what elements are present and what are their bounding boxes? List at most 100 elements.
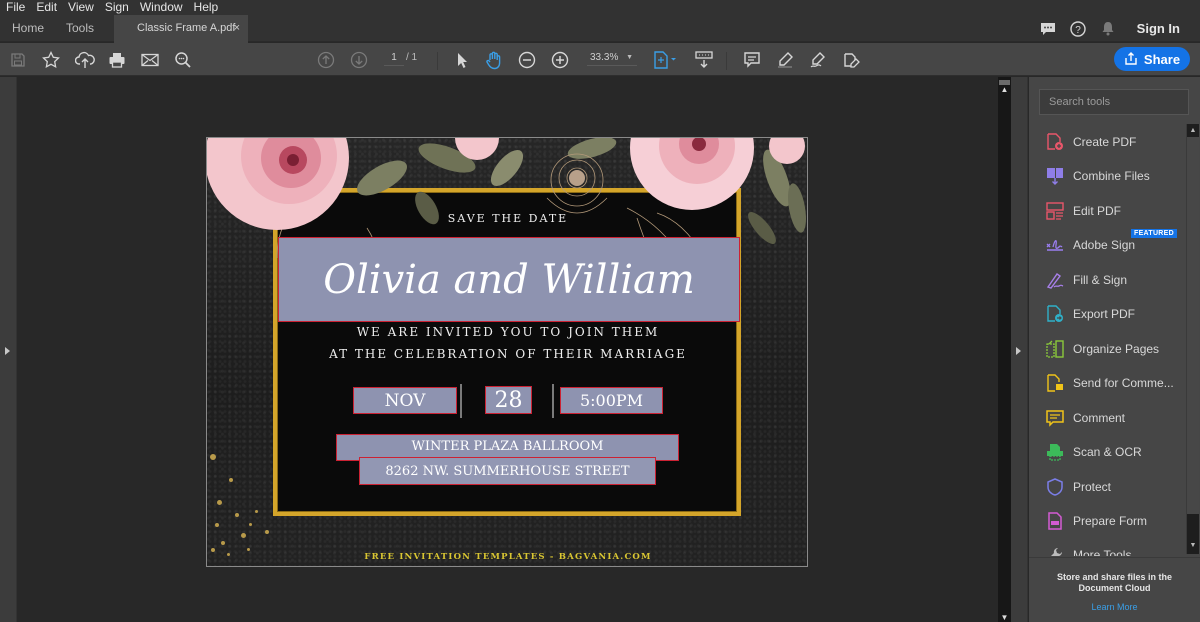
organize-pages-icon	[1045, 339, 1065, 359]
menu-window[interactable]: Window	[134, 0, 188, 15]
document-vertical-scrollbar[interactable]: ▲ ▼	[998, 77, 1011, 622]
zoom-out-icon[interactable]	[515, 48, 539, 72]
page-footer-credit: FREE INVITATION TEMPLATES - BAGVANIA.COM	[364, 552, 652, 562]
expand-left-panel-icon[interactable]	[5, 347, 10, 355]
fill-sign-icon	[1045, 270, 1065, 290]
tool-more-tools[interactable]: More Tools	[1045, 543, 1131, 556]
previous-page-icon[interactable]	[314, 48, 338, 72]
cloud-upload-icon[interactable]	[73, 48, 97, 72]
page-number-input[interactable]: 1	[384, 52, 404, 66]
send-for-comment-icon	[1045, 373, 1065, 393]
menu-sign[interactable]: Sign	[99, 0, 134, 15]
chevron-down-icon: ▼	[626, 54, 633, 61]
tool-label: Protect	[1073, 480, 1112, 494]
tool-label: Fill & Sign	[1073, 273, 1128, 287]
save-the-date-heading: SAVE THE DATE	[447, 212, 569, 225]
tab-tools[interactable]: Tools	[66, 15, 94, 42]
tab-document[interactable]: Classic Frame A.pdf ×	[114, 15, 248, 43]
next-page-icon[interactable]	[347, 48, 371, 72]
chat-icon[interactable]	[1033, 22, 1063, 36]
month-form-field[interactable]: NOV	[353, 387, 457, 414]
select-cursor-icon[interactable]	[450, 48, 474, 72]
tool-label: Organize Pages	[1073, 342, 1160, 356]
scroll-down-icon[interactable]: ▼	[998, 613, 1011, 622]
tool-label: Adobe Sign	[1073, 238, 1136, 252]
page-total: / 1	[406, 52, 418, 63]
tool-label: Edit PDF	[1073, 204, 1122, 218]
tool-adobe-sign[interactable]: Adobe Sign	[1045, 233, 1135, 257]
more-tools-icon	[1045, 545, 1065, 556]
tool-send-for-comments[interactable]: Send for Comme...	[1045, 371, 1174, 395]
tool-edit-pdf[interactable]: Edit PDF	[1045, 199, 1121, 223]
sign-in-link[interactable]: Sign In	[1123, 21, 1200, 36]
document-cloud-promo: Store and share files in the Document Cl…	[1029, 557, 1200, 622]
collapse-right-panel-icon[interactable]	[1016, 347, 1021, 355]
prepare-form-icon	[1045, 511, 1065, 531]
tool-combine-files[interactable]: Combine Files	[1045, 164, 1150, 188]
scroll-mode-icon[interactable]	[692, 48, 716, 72]
tool-label: Send for Comme...	[1073, 376, 1174, 390]
scan-ocr-icon	[1045, 442, 1065, 462]
close-tab-icon[interactable]: ×	[234, 15, 240, 42]
tool-protect[interactable]: Protect	[1045, 475, 1111, 499]
tool-export-pdf[interactable]: Export PDF	[1045, 302, 1135, 326]
menu-edit[interactable]: Edit	[30, 0, 62, 15]
tools-scrollbar[interactable]: ▲ ▼	[1186, 124, 1199, 554]
menu-help[interactable]: Help	[188, 0, 224, 15]
notifications-bell-icon[interactable]	[1093, 21, 1123, 36]
menu-view[interactable]: View	[62, 0, 99, 15]
save-icon[interactable]	[6, 48, 30, 72]
header-actions: ? Sign In	[1033, 15, 1200, 42]
tool-scan-ocr[interactable]: Scan & OCR	[1045, 440, 1142, 464]
tool-fill-sign[interactable]: Fill & Sign	[1045, 268, 1127, 292]
highlight-pen-icon[interactable]	[773, 48, 797, 72]
help-icon[interactable]: ?	[1063, 20, 1093, 37]
sign-document-icon[interactable]	[806, 48, 830, 72]
share-button[interactable]: Share	[1114, 47, 1190, 71]
featured-badge: FEATURED	[1131, 229, 1177, 238]
invite-line-2: AT THE CELEBRATION OF THEIR MARRIAGE	[329, 347, 687, 361]
scroll-down-icon[interactable]: ▼	[1187, 514, 1199, 554]
tools-pane: Search tools Create PDF Combine Files Ed…	[1029, 77, 1200, 622]
scroll-up-icon[interactable]: ▲	[1187, 124, 1199, 137]
menu-file[interactable]: File	[0, 0, 30, 15]
tool-label: More Tools	[1073, 548, 1132, 556]
day-form-field[interactable]: 28	[485, 386, 532, 414]
fit-page-icon[interactable]	[650, 48, 680, 72]
tool-organize-pages[interactable]: Organize Pages	[1045, 337, 1159, 361]
add-comment-icon[interactable]	[740, 48, 764, 72]
hand-tool-icon[interactable]	[482, 48, 506, 72]
names-form-field[interactable]: Olivia and William	[278, 237, 740, 322]
edit-pdf-icon	[1045, 201, 1065, 221]
tool-create-pdf[interactable]: Create PDF	[1045, 130, 1136, 154]
main-toolbar: 1 / 1 33.3% ▼	[0, 43, 1200, 76]
tool-label: Combine Files	[1073, 169, 1150, 183]
learn-more-link[interactable]: Learn More	[1029, 602, 1200, 612]
email-icon[interactable]	[138, 48, 162, 72]
share-label: Share	[1143, 51, 1181, 67]
adobe-sign-icon	[1045, 235, 1065, 255]
tool-label: Prepare Form	[1073, 514, 1148, 528]
tab-home[interactable]: Home	[12, 15, 44, 42]
tool-prepare-form[interactable]: Prepare Form	[1045, 509, 1147, 533]
tools-list-clip: More Tools	[1029, 539, 1186, 556]
time-form-field[interactable]: 5:00PM	[560, 387, 663, 414]
svg-text:?: ?	[1075, 25, 1081, 36]
right-panel-toggle[interactable]	[1011, 77, 1028, 622]
invite-line-1: WE ARE INVITED YOU TO JOIN THEM	[356, 325, 660, 339]
print-icon[interactable]	[105, 48, 129, 72]
zoom-in-icon[interactable]	[548, 48, 572, 72]
left-panel-toggle[interactable]	[0, 77, 17, 622]
zoom-level-dropdown[interactable]: 33.3% ▼	[587, 52, 637, 66]
couple-names: Olivia and William	[323, 256, 695, 303]
bookmark-star-icon[interactable]	[39, 48, 63, 72]
address-form-field[interactable]: 8262 NW. SUMMERHOUSE STREET	[359, 457, 656, 485]
tool-comment[interactable]: Comment	[1045, 406, 1125, 430]
scroll-up-icon[interactable]: ▲	[998, 85, 1011, 94]
search-tools-input[interactable]: Search tools	[1039, 89, 1189, 115]
protect-icon	[1045, 477, 1065, 497]
tab-bar: Home Tools Classic Frame A.pdf ×	[0, 15, 1200, 43]
tool-label: Export PDF	[1073, 307, 1136, 321]
edit-tools-icon[interactable]	[839, 48, 863, 72]
find-text-icon[interactable]	[171, 48, 195, 72]
